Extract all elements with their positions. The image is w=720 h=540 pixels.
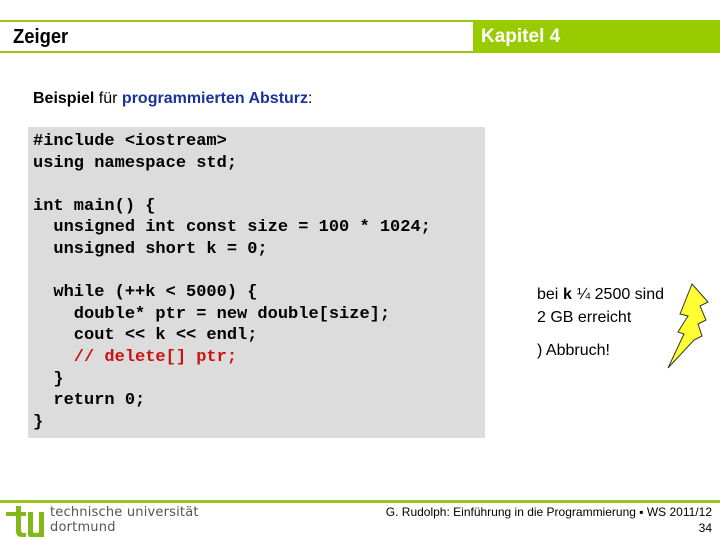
footer-divider: [0, 500, 720, 503]
note-prefix: bei: [537, 286, 563, 303]
note-suffix: ¼ 2500 sind: [572, 286, 665, 303]
code-line: }: [33, 412, 44, 432]
university-name: technische universität dortmund: [50, 505, 199, 535]
note-line-1: bei k ¼ 2500 sind: [537, 286, 664, 304]
tu-logo-icon: [6, 506, 44, 537]
code-line: cout << k << endl;: [33, 326, 258, 346]
code-line: #include <iostream>: [33, 132, 227, 151]
code-line: return 0;: [33, 391, 146, 411]
code-line: unsigned int const size = 100 * 1024;: [33, 218, 431, 238]
subtitle-example: Beispiel: [33, 90, 95, 107]
note-variable: k: [562, 286, 573, 304]
code-line: unsigned short k = 0;: [33, 239, 268, 259]
code-line: double* ptr = new double[size];: [33, 304, 391, 324]
university-line-1: technische universität: [50, 505, 199, 520]
slide-subtitle: Beispiel für programmierten Absturz:: [33, 90, 312, 108]
subtitle-topic: programmierten Absturz: [121, 90, 309, 107]
note-line-2: 2 GB erreicht: [537, 309, 632, 326]
code-line: while (++k < 5000) {: [33, 283, 258, 303]
subtitle-colon: :: [308, 90, 313, 107]
subtitle-for: für: [94, 90, 122, 107]
note-line-3: ) Abbruch!: [537, 342, 610, 359]
page-number: 34: [698, 521, 712, 535]
code-block: #include <iostream> using namespace std; …: [33, 131, 431, 433]
code-line: using namespace std;: [33, 153, 238, 173]
slide-title: Zeiger: [13, 26, 69, 48]
code-line: }: [33, 369, 64, 389]
footer-credit: G. Rudolph: Einführung in die Programmie…: [385, 505, 712, 519]
chapter-label: Kapitel 4: [481, 26, 561, 47]
lightning-bolt-icon: [667, 283, 709, 369]
university-line-2: dortmund: [50, 520, 116, 535]
code-comment-line: // delete[] ptr;: [33, 347, 238, 367]
code-line: int main() {: [33, 196, 156, 216]
